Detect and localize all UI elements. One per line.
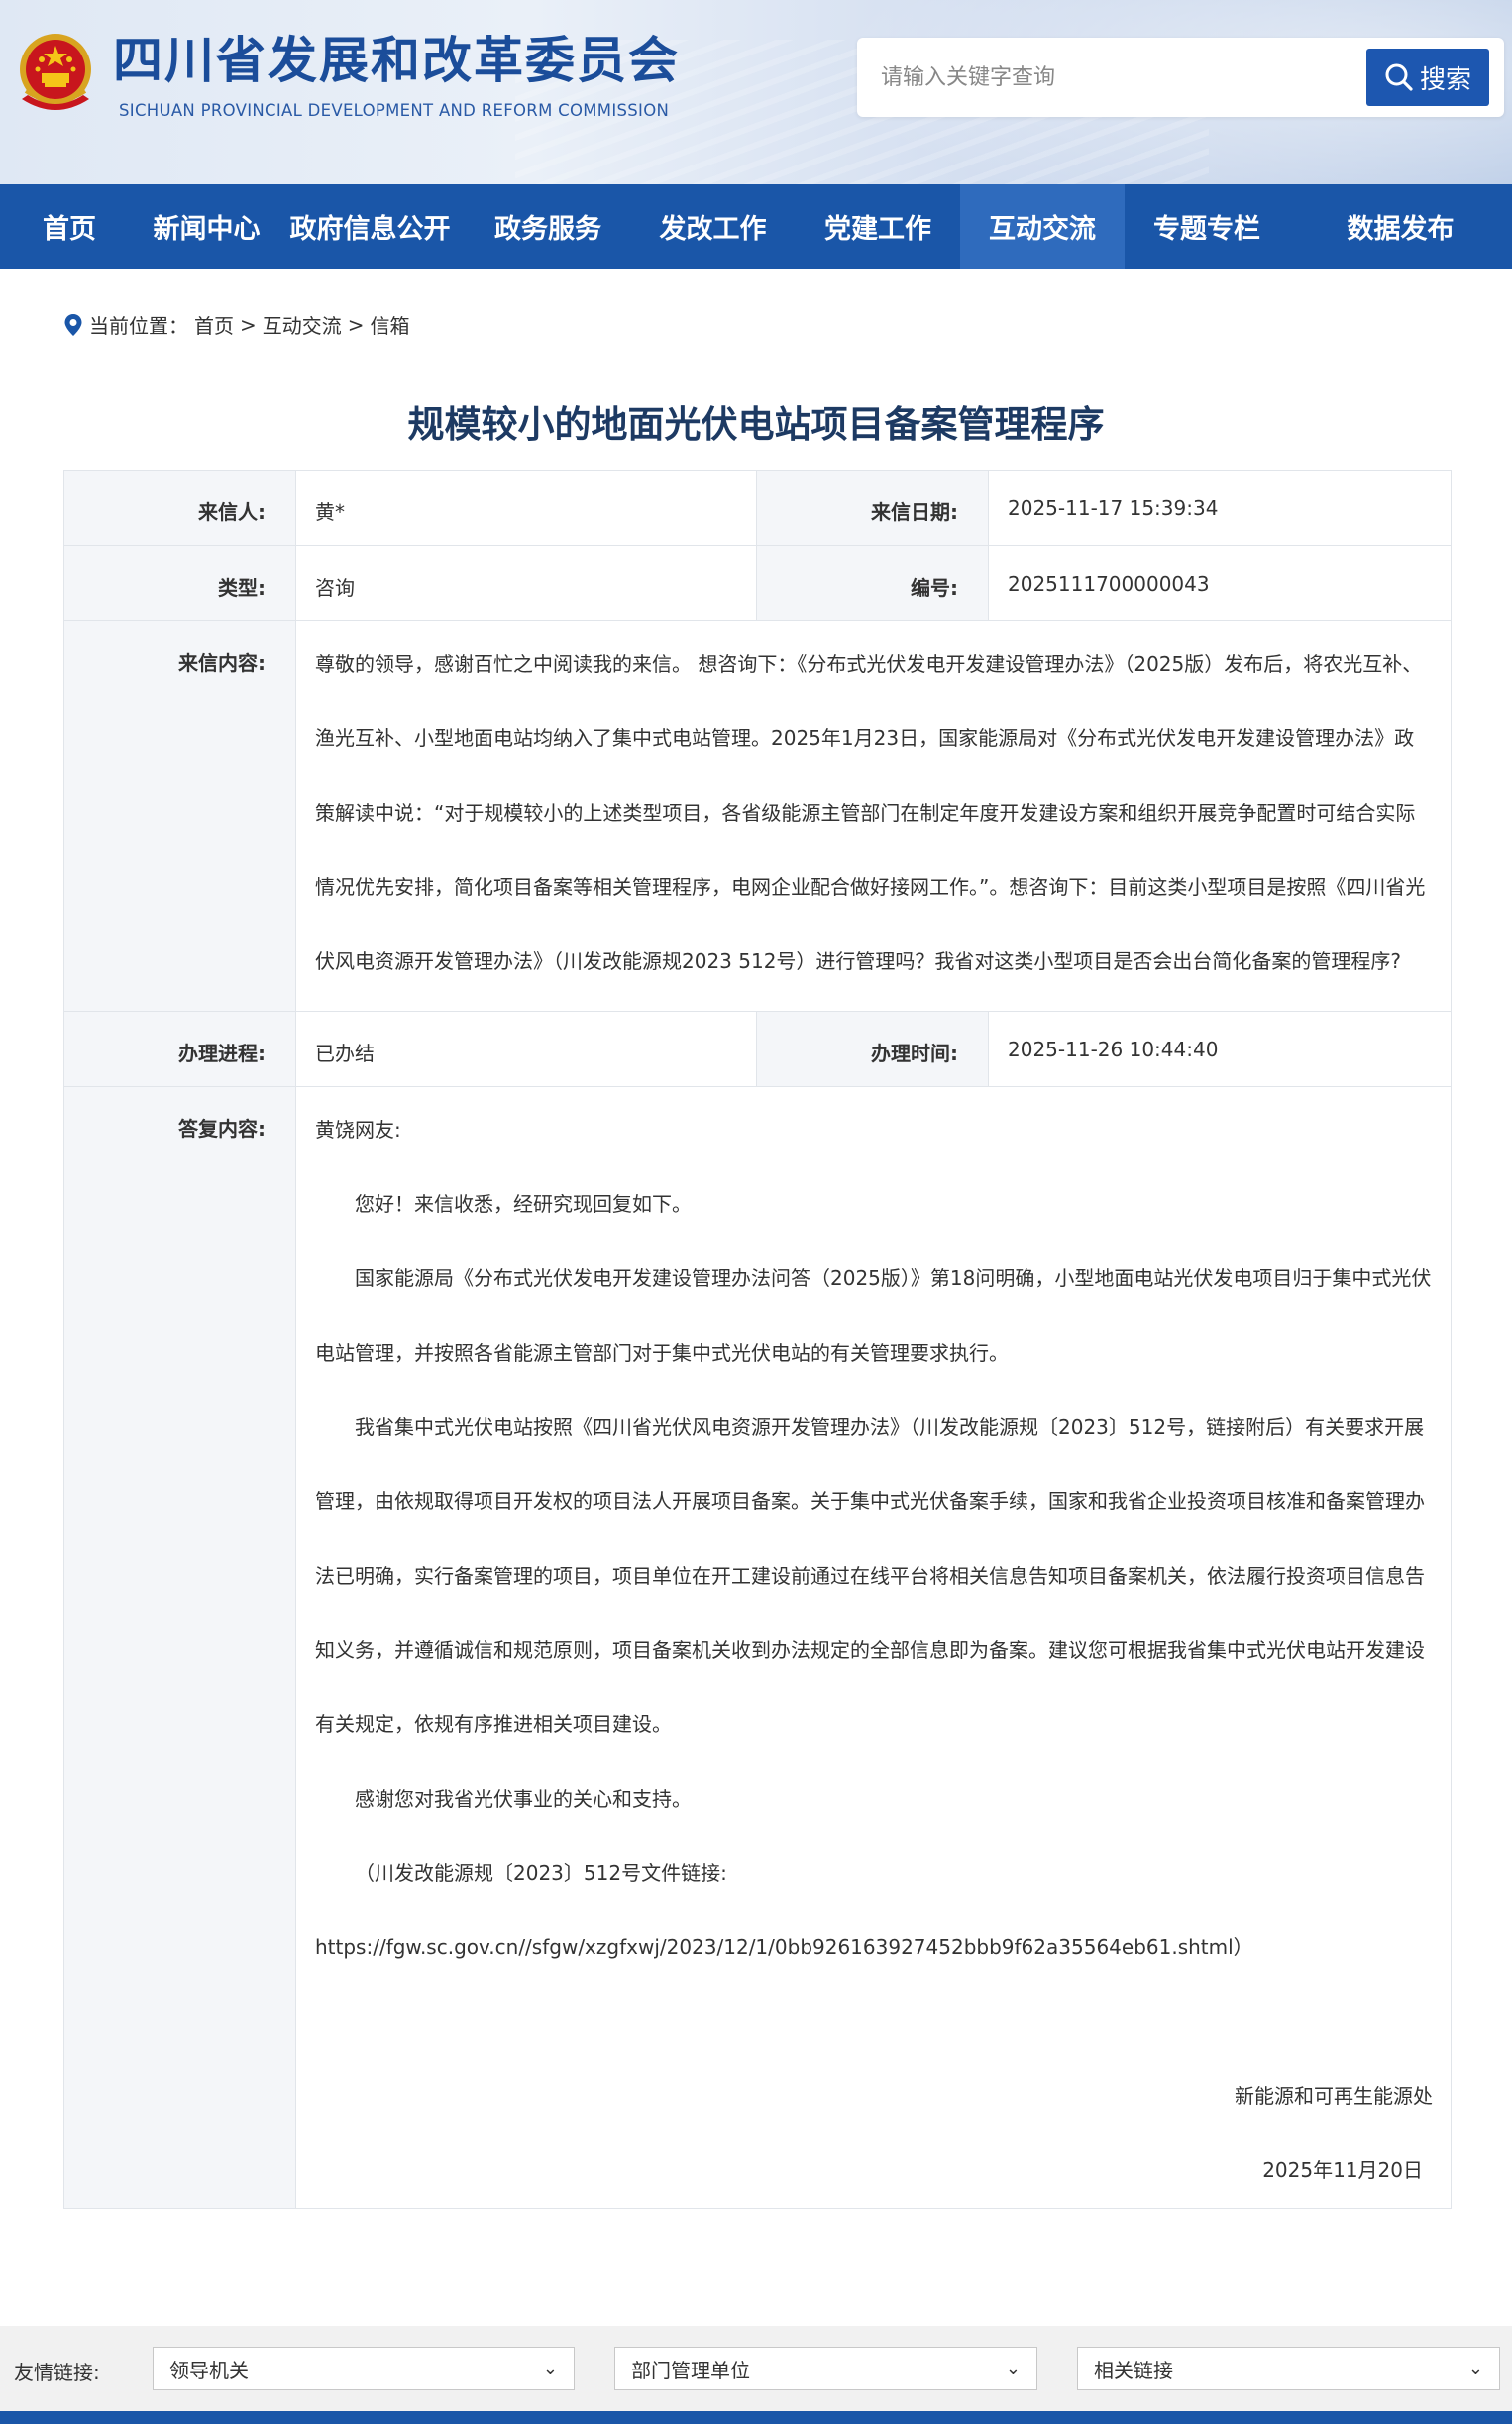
handle-time-value: 2025-11-26 10:44:40 [988, 1011, 1452, 1087]
nav-item-data[interactable]: 数据发布 [1289, 184, 1512, 269]
number-label: 编号: [756, 545, 989, 621]
table-row: 办理进程: 已办结 办理时间: 2025-11-26 10:44:40 [63, 1011, 1452, 1087]
date-label: 来信日期: [756, 470, 989, 546]
content-label: 来信内容: [63, 620, 296, 1012]
bottom-bar [0, 2411, 1512, 2424]
reply-signature: 新能源和可再生能源处 [1235, 2084, 1433, 2108]
progress-value: 已办结 [295, 1011, 757, 1087]
table-row: 来信内容: 尊敬的领导，感谢百忙之中阅读我的来信。 想咨询下：《分布式光伏发电开… [63, 620, 1452, 1012]
chevron-down-icon: ⌄ [1467, 2358, 1483, 2379]
nav-item-interaction[interactable]: 互动交流 [960, 184, 1125, 269]
nav-item-gov-info[interactable]: 政府信息公开 [274, 184, 466, 269]
department-units-select[interactable]: 部门管理单位 ⌄ [614, 2347, 1037, 2390]
main-nav: 首页 新闻中心 政府信息公开 政务服务 发改工作 党建工作 互动交流 专题专栏 … [0, 184, 1512, 269]
leadership-agencies-select[interactable]: 领导机关 ⌄ [153, 2347, 575, 2390]
reply-greeting: 黄饶网友: [315, 1118, 401, 1142]
letter-content: 尊敬的领导，感谢百忙之中阅读我的来信。 想咨询下：《分布式光伏发电开发建设管理办… [295, 620, 1452, 1012]
site-header: 四川省发展和改革委员会 SICHUAN PROVINCIAL DEVELOPME… [0, 0, 1512, 184]
related-links-select[interactable]: 相关链接 ⌄ [1077, 2347, 1500, 2390]
reply-paragraph: （川发改能源规〔2023〕512号文件链接: [355, 1861, 727, 1885]
national-emblem-icon [20, 34, 91, 110]
reply-label: 答复内容: [63, 1086, 296, 2209]
handle-time-label: 办理时间: [756, 1011, 989, 1087]
table-row: 来信人: 黄* 来信日期: 2025-11-17 15:39:34 [63, 470, 1452, 546]
breadcrumb-interaction-link[interactable]: 互动交流 [263, 310, 342, 339]
reply-paragraph: 感谢您对我省光伏事业的关心和支持。 [355, 1787, 692, 1811]
table-row: 答复内容: 黄饶网友: 您好！来信收悉，经研究现回复如下。 国家能源局《分布式光… [63, 1086, 1452, 2209]
breadcrumb-label: 当前位置： [89, 314, 188, 338]
search-button[interactable]: 搜索 [1366, 49, 1489, 106]
friendly-links-label: 友情链接: [14, 2361, 100, 2384]
progress-label: 办理进程: [63, 1011, 296, 1087]
reply-document-link[interactable]: https://fgw.sc.gov.cn//sfgw/xzgfxwj/2023… [315, 1911, 1433, 1985]
number-value: 2025111700000043 [988, 545, 1452, 621]
select-value: 领导机关 [169, 2358, 249, 2382]
reply-paragraph: 我省集中式光伏电站按照《四川省光伏风电资源开发管理办法》（川发改能源规〔2023… [315, 1415, 1425, 1736]
table-row: 类型: 咨询 编号: 2025111700000043 [63, 545, 1452, 621]
nav-item-reform-work[interactable]: 发改工作 [630, 184, 796, 269]
site-subtitle: SICHUAN PROVINCIAL DEVELOPMENT AND REFOR… [119, 101, 670, 120]
nav-item-news[interactable]: 新闻中心 [139, 184, 274, 269]
breadcrumb-separator: > [240, 312, 257, 337]
nav-item-party-building[interactable]: 党建工作 [796, 184, 960, 269]
page-title: 规模较小的地面光伏电站项目备案管理程序 [407, 403, 1105, 446]
chevron-down-icon: ⌄ [1005, 2358, 1021, 2379]
search-input[interactable] [881, 52, 1327, 103]
footer-links-bar: 友情链接: 领导机关 ⌄ 部门管理单位 ⌄ 相关链接 ⌄ [0, 2326, 1512, 2424]
type-value: 咨询 [295, 545, 757, 621]
breadcrumb-mailbox-link[interactable]: 信箱 [371, 310, 410, 339]
type-label: 类型: [63, 545, 296, 621]
reply-paragraph: 您好！来信收悉，经研究现回复如下。 [355, 1192, 692, 1216]
site-title: 四川省发展和改革委员会 [113, 32, 680, 89]
reply-date: 2025年11月20日 [1262, 2158, 1423, 2182]
nav-item-topics[interactable]: 专题专栏 [1125, 184, 1289, 269]
select-value: 相关链接 [1094, 2358, 1173, 2382]
sender-label: 来信人: [63, 470, 296, 546]
reply-content: 黄饶网友: 您好！来信收悉，经研究现回复如下。 国家能源局《分布式光伏发电开发建… [295, 1086, 1452, 2209]
letter-detail-table: 来信人: 黄* 来信日期: 2025-11-17 15:39:34 类型: 咨询… [63, 470, 1452, 2209]
nav-item-home[interactable]: 首页 [0, 184, 139, 269]
chevron-down-icon: ⌄ [542, 2358, 558, 2379]
date-value: 2025-11-17 15:39:34 [988, 470, 1452, 546]
breadcrumb-home-link[interactable]: 首页 [194, 310, 234, 339]
reply-paragraph: 国家能源局《分布式光伏发电开发建设管理办法问答（2025版）》第18问明确，小型… [315, 1267, 1432, 1365]
select-value: 部门管理单位 [631, 2358, 750, 2382]
search-box: 搜索 [857, 38, 1504, 117]
nav-item-services[interactable]: 政务服务 [466, 184, 630, 269]
location-pin-icon [64, 313, 82, 336]
search-icon [1385, 63, 1413, 91]
sender-value: 黄* [295, 470, 757, 546]
search-button-label: 搜索 [1419, 64, 1471, 95]
breadcrumb: 当前位置： 首页 > 互动交流 > 信箱 [63, 310, 410, 339]
breadcrumb-separator: > [347, 312, 365, 337]
